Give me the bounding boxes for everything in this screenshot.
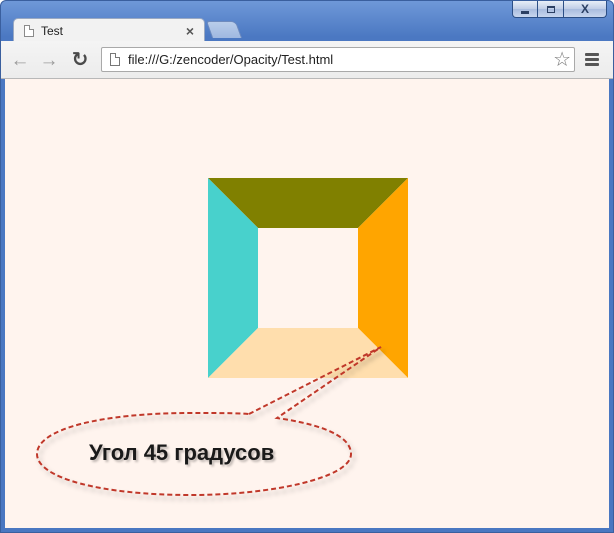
minimize-icon: [521, 10, 529, 14]
page-viewport: Угол 45 градусов: [5, 79, 609, 528]
forward-arrow-icon[interactable]: →: [38, 49, 60, 71]
minimize-button[interactable]: [512, 1, 538, 18]
tab-title: Test: [41, 23, 64, 38]
reload-icon[interactable]: ↻: [69, 49, 91, 71]
tab-test[interactable]: Test ×: [13, 18, 205, 42]
close-icon: X: [580, 2, 589, 16]
url-text[interactable]: file:///G:/zencoder/Opacity/Test.html: [128, 52, 553, 67]
maximize-icon: [546, 5, 555, 13]
page-icon: [110, 53, 120, 66]
browser-window: X Test × ← → ↻ file:///G:/zencoder/Opaci…: [0, 0, 614, 533]
star-icon[interactable]: ☆: [553, 50, 571, 70]
back-arrow-icon[interactable]: ←: [9, 49, 31, 71]
callout-text: Угол 45 градусов: [89, 440, 275, 465]
address-bar[interactable]: file:///G:/zencoder/Opacity/Test.html ☆: [101, 47, 575, 72]
new-tab-button[interactable]: [205, 21, 243, 38]
page-icon: [24, 24, 34, 37]
tab-close-icon[interactable]: ×: [186, 23, 194, 39]
menu-icon[interactable]: [585, 53, 599, 66]
window-controls: X: [512, 1, 607, 18]
window-close-button[interactable]: X: [564, 1, 607, 18]
toolbar: ← → ↻ file:///G:/zencoder/Opacity/Test.h…: [1, 41, 613, 79]
maximize-button[interactable]: [538, 1, 564, 18]
